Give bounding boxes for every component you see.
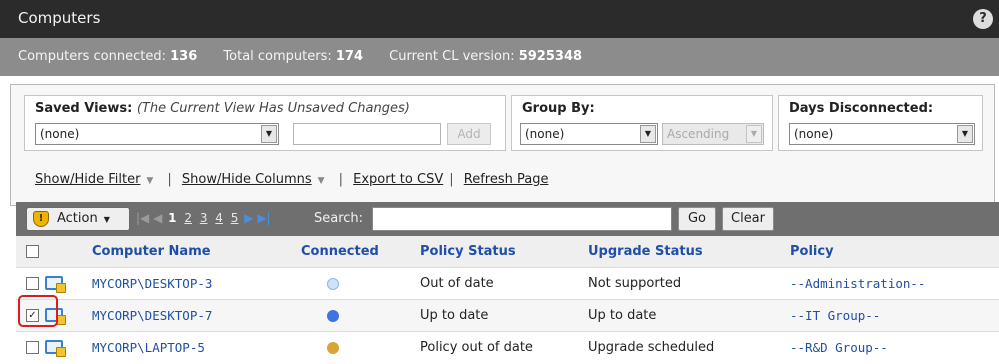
show-hide-filter-link[interactable]: Show/Hide Filter [35,172,140,187]
panel-links: Show/Hide Filter ▼ | Show/Hide Columns ▼ | E… [35,172,549,187]
total-label: Total computers: [223,49,332,64]
chevron-down-icon: ▼ [746,125,762,143]
row-checkbox[interactable] [26,341,39,354]
column-policy-status[interactable]: Policy Status [420,244,516,259]
chevron-down-icon[interactable]: ▼ [318,176,325,186]
total-value: 174 [335,49,364,64]
days-disconnected-select[interactable]: (none) ▼ [789,123,975,145]
connected-value: 136 [170,49,198,64]
connected-label: Computers connected: [18,49,166,64]
title-bar: Computers ? [0,0,999,38]
computer-name-link[interactable]: MYCORP\DESKTOP-7 [92,308,212,323]
computer-icon [45,276,66,293]
window-title: Computers [18,9,101,27]
table-row[interactable]: ✓ MYCORP\DESKTOP-7 Up to date Up to date… [16,299,999,331]
upgrade-status: Upgrade scheduled [588,340,715,355]
add-view-button[interactable]: Add [447,123,491,145]
clear-button[interactable]: Clear [722,207,774,231]
stats-bar: Computers connected: 136 Total computers… [0,38,999,76]
view-name-input[interactable] [293,123,441,145]
go-button[interactable]: Go [678,207,716,231]
search-label: Search: [314,211,364,226]
last-page-icon[interactable]: ▶| [257,211,270,225]
connection-status-dot [327,310,339,322]
connection-status-dot [327,342,339,354]
policy-status: Up to date [420,308,489,323]
search-input[interactable] [372,207,672,231]
page-link[interactable]: 2 [184,211,192,225]
days-disconnected-box: Days Disconnected: (none) ▼ [778,95,983,151]
chevron-down-icon[interactable]: ▼ [146,176,153,186]
saved-views-select[interactable]: (none) ▼ [35,123,279,145]
page-link[interactable]: 5 [231,211,239,225]
policy-status: Policy out of date [420,340,533,355]
help-icon[interactable]: ? [973,9,993,29]
next-page-icon[interactable]: ▶ [244,211,253,225]
days-disconnected-label: Days Disconnected: [789,101,934,116]
policy-link[interactable]: --Administration-- [790,276,925,291]
export-csv-link[interactable]: Export to CSV [353,172,443,187]
filter-panel: Saved Views: (The Current View Has Unsav… [10,84,995,206]
cl-version-value: 5925348 [518,49,583,64]
table-toolbar: ! Action ▼ |◀ ◀ 1 2 3 4 5 ▶ ▶| Search: Go… [16,202,999,236]
connection-status-dot [327,278,339,290]
table-row[interactable]: MYCORP\LAPTOP-5 Policy out of date Upgra… [16,331,999,363]
upgrade-status: Not supported [588,276,682,291]
computer-name-link[interactable]: MYCORP\DESKTOP-3 [92,276,212,291]
chevron-down-icon: ▼ [640,125,656,143]
prev-page-icon[interactable]: ◀ [153,211,162,225]
column-connected[interactable]: Connected [301,244,379,259]
page-link[interactable]: 4 [215,211,223,225]
page-link[interactable]: 3 [200,211,208,225]
policy-link[interactable]: --IT Group-- [790,308,880,323]
saved-views-label: Saved Views: [35,101,133,116]
computer-icon [45,340,66,357]
cl-version-label: Current CL version: [389,49,515,64]
row-checkbox[interactable] [26,277,39,290]
chevron-down-icon: ▼ [103,215,110,224]
saved-views-box: Saved Views: (The Current View Has Unsav… [24,95,506,151]
refresh-page-link[interactable]: Refresh Page [464,172,549,187]
action-button[interactable]: ! Action ▼ [26,207,130,231]
unsaved-changes-note: (The Current View Has Unsaved Changes) [136,101,410,116]
policy-link[interactable]: --R&D Group-- [790,340,888,355]
selection-highlight [18,295,58,327]
policy-status: Out of date [420,276,494,291]
group-by-box: Group By: (none) ▼ Ascending ▼ [511,95,773,151]
sort-order-select[interactable]: Ascending ▼ [662,123,764,145]
first-page-icon[interactable]: |◀ [136,211,149,225]
page-link[interactable]: 1 [168,211,176,225]
computer-name-link[interactable]: MYCORP\LAPTOP-5 [92,340,205,355]
upgrade-status: Up to date [588,308,657,323]
group-by-select[interactable]: (none) ▼ [520,123,658,145]
chevron-down-icon: ▼ [261,125,277,143]
chevron-down-icon: ▼ [957,125,973,143]
column-computer-name[interactable]: Computer Name [92,244,211,259]
select-all-checkbox[interactable] [26,245,39,258]
column-policy[interactable]: Policy [790,244,834,259]
column-upgrade-status[interactable]: Upgrade Status [588,244,703,259]
show-hide-columns-link[interactable]: Show/Hide Columns [182,172,312,187]
table-row[interactable]: MYCORP\DESKTOP-3 Out of date Not support… [16,267,999,299]
pager: |◀ ◀ 1 2 3 4 5 ▶ ▶| [136,211,271,225]
shield-icon: ! [33,211,49,227]
table-header: Computer Name Connected Policy Status Up… [16,236,999,267]
group-by-label: Group By: [522,101,595,116]
